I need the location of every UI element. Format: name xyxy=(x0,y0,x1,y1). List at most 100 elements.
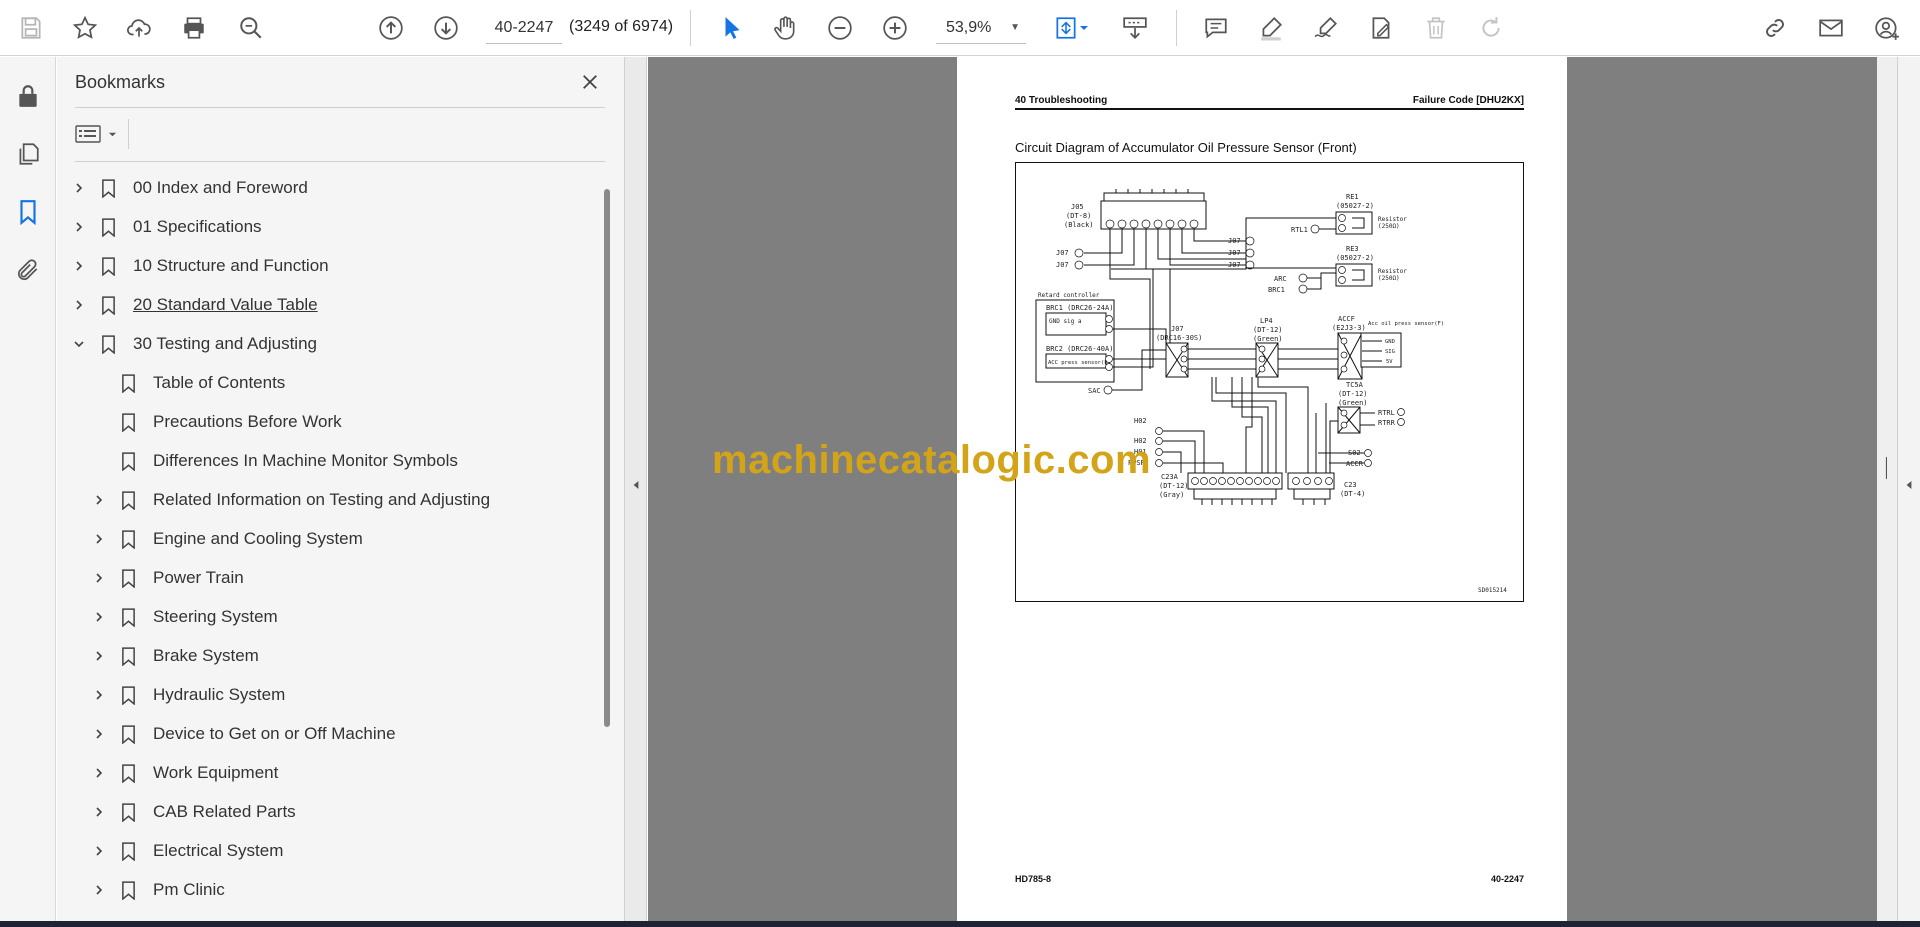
bookmarks-panel: Bookmarks 00 Index and Foreword 01 Specif… xyxy=(57,57,625,921)
star-icon[interactable] xyxy=(68,11,102,45)
chevron-right-icon[interactable] xyxy=(69,178,89,198)
bookmark-item[interactable]: Brake System xyxy=(89,637,259,675)
acc-oil-pressure-sensor xyxy=(1360,332,1402,368)
fit-dropdown-chevron-icon[interactable] xyxy=(1077,11,1091,45)
chevron-right-icon[interactable] xyxy=(89,607,109,627)
bookmark-item[interactable]: Engine and Cooling System xyxy=(89,520,363,558)
bookmark-label: 10 Structure and Function xyxy=(133,256,329,275)
email-icon[interactable] xyxy=(1814,11,1848,45)
chevron-right-icon[interactable] xyxy=(89,646,109,666)
bookmark-label: Work Equipment xyxy=(153,763,279,782)
chevron-right-icon[interactable] xyxy=(69,217,89,237)
c23a-label: C23A xyxy=(1161,473,1179,481)
main-toolbar: (3249 of 6974) 53,9% ▼ xyxy=(0,0,1920,56)
page-count: (3249 of 6974) xyxy=(569,18,674,35)
attachment-paperclip-icon[interactable] xyxy=(11,253,45,287)
scroll-grip-icon xyxy=(1885,457,1887,479)
hand-tool-icon[interactable] xyxy=(768,11,802,45)
right-panel-rail xyxy=(1897,57,1920,921)
bookmark-item[interactable]: Hydraulic System xyxy=(89,676,285,714)
highlight-pen-icon[interactable] xyxy=(1254,11,1288,45)
user-account-icon[interactable] xyxy=(1870,11,1904,45)
bookmark-item[interactable]: Precautions Before Work xyxy=(89,403,342,441)
scroll-mode-icon[interactable] xyxy=(1118,11,1152,45)
j05-wires-left xyxy=(1084,229,1135,266)
panel-separator xyxy=(128,119,129,149)
zoom-level-select[interactable]: 53,9% ▼ xyxy=(936,12,1026,44)
panel-divider xyxy=(75,107,605,108)
chevron-right-icon[interactable] xyxy=(69,295,89,315)
bookmark-options-button[interactable] xyxy=(75,117,123,151)
chevron-right-icon[interactable] xyxy=(89,490,109,510)
chevron-down-icon: ▼ xyxy=(1010,22,1020,33)
bookmark-item[interactable]: Electrical System xyxy=(89,832,283,870)
bookmark-label: Electrical System xyxy=(153,841,284,860)
bookmark-item[interactable]: Work Equipment xyxy=(89,754,278,792)
bookmark-item[interactable]: 01 Specifications xyxy=(69,208,262,246)
brc1-pin-label: BRC1 xyxy=(1268,286,1285,294)
chevron-right-icon[interactable] xyxy=(89,802,109,822)
bookmark-item[interactable]: 30 Testing and Adjusting xyxy=(69,325,317,363)
draw-signature-icon[interactable] xyxy=(1309,11,1343,45)
select-cursor-icon[interactable] xyxy=(715,11,749,45)
bookmark-item[interactable]: Power Train xyxy=(89,559,244,597)
chevron-down-icon[interactable] xyxy=(69,334,89,354)
print-icon[interactable] xyxy=(177,11,211,45)
bookmark-item[interactable]: Related Information on Testing and Adjus… xyxy=(89,481,490,519)
upload-cloud-icon[interactable] xyxy=(122,11,156,45)
edit-document-icon[interactable] xyxy=(1364,11,1398,45)
bookmark-label: 01 Specifications xyxy=(133,217,262,236)
bookmark-indent xyxy=(89,451,109,471)
bookmark-item[interactable]: 20 Standard Value Table xyxy=(69,286,318,324)
zoom-out-icon[interactable] xyxy=(823,11,857,45)
bookmark-label: Related Information on Testing and Adjus… xyxy=(153,490,491,509)
bookmark-icon xyxy=(117,605,139,629)
j05-wires-right xyxy=(1169,229,1246,266)
chevron-right-icon[interactable] xyxy=(89,724,109,744)
chevron-right-icon[interactable] xyxy=(89,880,109,900)
bookmark-label: Steering System xyxy=(153,607,278,626)
chevron-right-icon[interactable] xyxy=(89,568,109,588)
bookmark-item[interactable]: 10 Structure and Function xyxy=(69,247,329,285)
bookmark-item[interactable]: Table of Contents xyxy=(89,364,285,402)
redo-icon[interactable] xyxy=(1474,11,1508,45)
bookmark-panel-icon[interactable] xyxy=(11,195,45,229)
expand-right-panel-arrow-icon[interactable] xyxy=(1905,480,1913,490)
panel-resize-handle[interactable] xyxy=(625,57,647,921)
zoom-in-icon[interactable] xyxy=(878,11,912,45)
page-number-input[interactable] xyxy=(486,12,562,44)
save-icon[interactable] xyxy=(14,11,48,45)
re3-resistor-text: Resistor xyxy=(1378,268,1407,275)
bookmark-item[interactable]: Device to Get on or Off Machine xyxy=(89,715,396,753)
chevron-right-icon[interactable] xyxy=(69,256,89,276)
chevron-right-icon[interactable] xyxy=(89,529,109,549)
bookmark-list-scrollbar[interactable] xyxy=(604,189,610,727)
chevron-right-icon[interactable] xyxy=(89,841,109,861)
next-page-icon[interactable] xyxy=(429,11,463,45)
zoom-search-icon[interactable] xyxy=(234,11,268,45)
lock-icon[interactable] xyxy=(11,79,45,113)
bookmark-label: 20 Standard Value Table xyxy=(133,295,318,314)
close-icon[interactable] xyxy=(575,67,605,97)
bookmark-item[interactable]: Pm Clinic xyxy=(89,871,225,909)
comment-icon[interactable] xyxy=(1199,11,1233,45)
bookmark-item[interactable]: Differences In Machine Monitor Symbols xyxy=(89,442,458,480)
bookmark-item[interactable]: 00 Index and Foreword xyxy=(69,169,308,207)
sac-wire xyxy=(1112,349,1166,391)
lp4-color: (Green) xyxy=(1253,335,1283,343)
rtrl-label: RTRL xyxy=(1378,409,1395,417)
chevron-right-icon[interactable] xyxy=(89,763,109,783)
delete-icon[interactable] xyxy=(1419,11,1453,45)
document-scrollbar[interactable] xyxy=(1877,57,1897,921)
bookmark-item[interactable]: Steering System xyxy=(89,598,278,636)
bookmark-icon xyxy=(117,527,139,551)
bookmark-icon xyxy=(97,332,119,356)
chevron-right-icon[interactable] xyxy=(89,685,109,705)
share-link-icon[interactable] xyxy=(1758,11,1792,45)
previous-page-icon[interactable] xyxy=(374,11,408,45)
re1-label: RE1 xyxy=(1346,193,1359,201)
list-options-icon xyxy=(75,125,101,143)
page-thumbnails-icon[interactable] xyxy=(11,137,45,171)
bookmark-item[interactable]: CAB Related Parts xyxy=(89,793,296,831)
tc5a-label: TC5A xyxy=(1346,381,1364,389)
